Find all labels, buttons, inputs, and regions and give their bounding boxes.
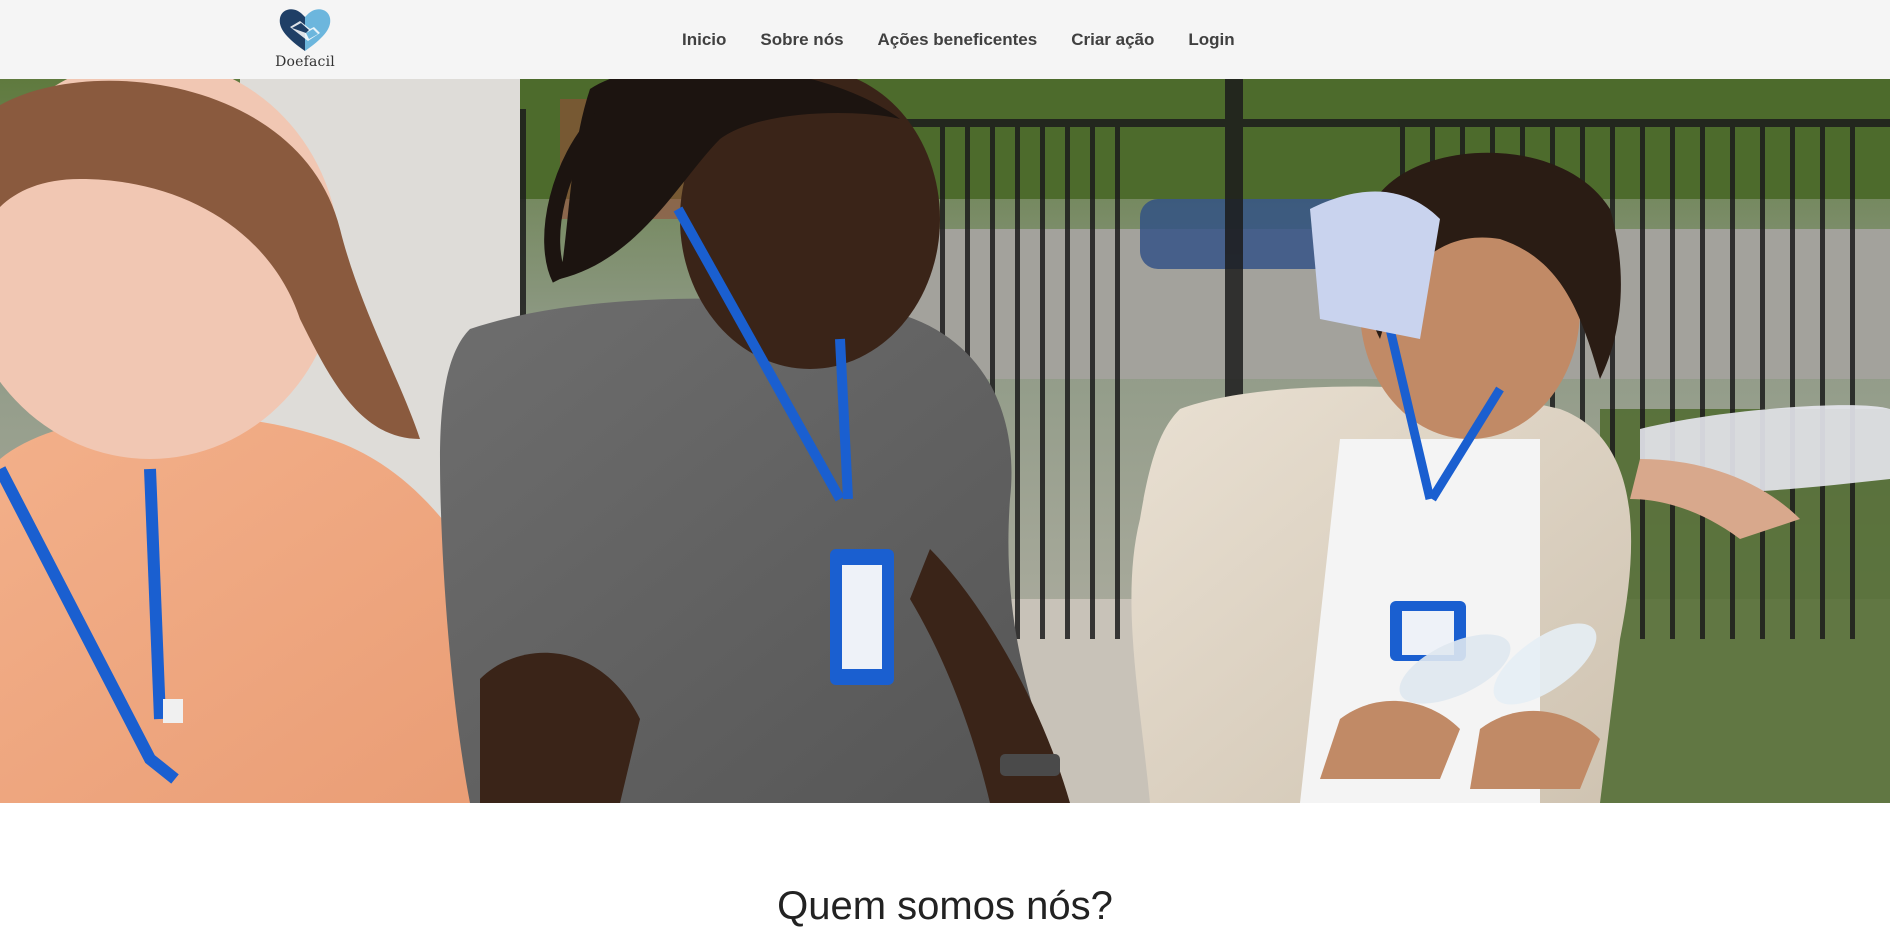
about-section-title: Quem somos nós?	[777, 884, 1113, 928]
hero-volunteers-image	[0, 79, 1890, 803]
nav-link-login[interactable]: Login	[1188, 30, 1234, 50]
nav-menu: Inicio Sobre nós Ações beneficentes Cria…	[682, 0, 1269, 79]
nav-link-sobre-nos[interactable]: Sobre nós	[760, 30, 843, 50]
nav-link-inicio[interactable]: Inicio	[682, 30, 726, 50]
nav-link-criar-acao[interactable]: Criar ação	[1071, 30, 1154, 50]
navbar: Doefacil Inicio Sobre nós Ações benefice…	[0, 0, 1890, 79]
nav-link-acoes-beneficentes[interactable]: Ações beneficentes	[878, 30, 1038, 50]
hero-carousel[interactable]	[0, 79, 1890, 803]
handshake-heart-icon	[279, 9, 331, 51]
brand-logo-link[interactable]: Doefacil	[275, 5, 335, 75]
brand-name: Doefacil	[275, 54, 335, 70]
